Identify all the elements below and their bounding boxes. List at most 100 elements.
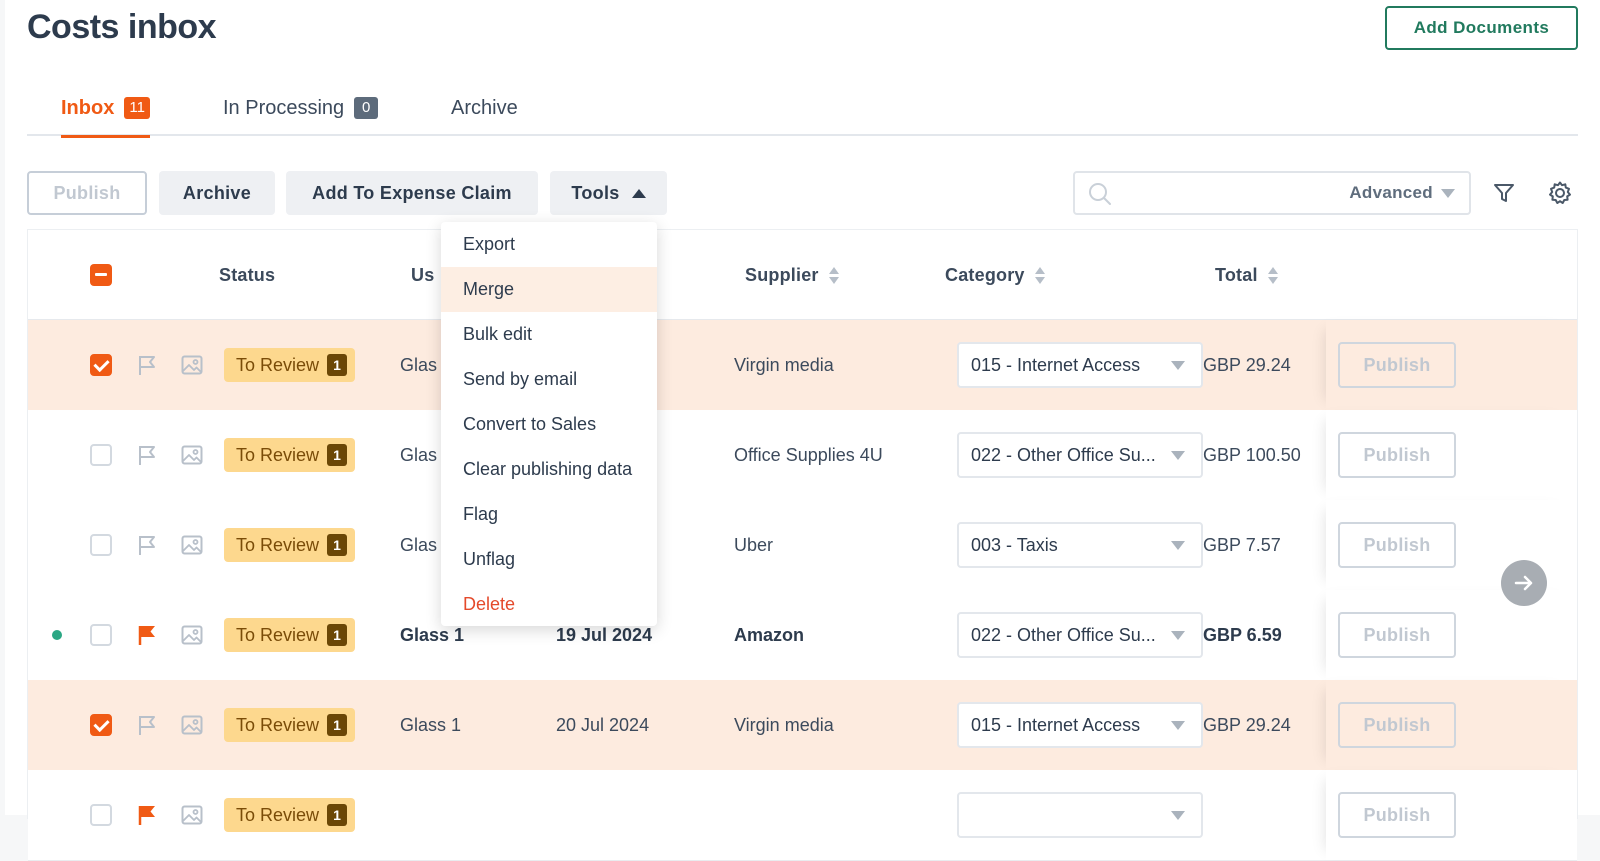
flag-icon[interactable]: [135, 803, 159, 827]
header-total[interactable]: Total: [1215, 230, 1278, 320]
menu-item-unflag[interactable]: Unflag: [441, 537, 657, 582]
table-row[interactable]: To Review 1 Glass 1 20 Jul 2024 Virgin media…: [28, 680, 1577, 771]
header-supplier[interactable]: Supplier: [745, 230, 839, 320]
filter-icon[interactable]: [1489, 178, 1519, 208]
caret-down-icon: [1171, 631, 1185, 640]
category-select[interactable]: [957, 792, 1203, 838]
row-publish-button[interactable]: Publish: [1338, 342, 1456, 388]
menu-item-bulk-edit[interactable]: Bulk edit: [441, 312, 657, 357]
caret-up-icon: [631, 188, 646, 198]
tab-inbox-count: 11: [124, 97, 150, 119]
total-cell: GBP 29.24: [1203, 715, 1291, 735]
menu-item-delete[interactable]: Delete: [441, 582, 657, 627]
table-row[interactable]: To Review 1 Publish: [28, 770, 1577, 861]
status-badge: To Review 1: [224, 708, 356, 742]
row-publish-button[interactable]: Publish: [1338, 792, 1456, 838]
table-row[interactable]: To Review 1 Glas Office Supplies 4U 022 - Ot…: [28, 410, 1577, 501]
row-actions: Publish: [1326, 410, 1577, 500]
header-category[interactable]: Category: [945, 230, 1045, 320]
category-value: 003 - Taxis: [971, 534, 1058, 555]
category-select[interactable]: 015 - Internet Access: [957, 342, 1203, 388]
status-label: To Review: [236, 804, 320, 825]
sort-icon: [828, 266, 839, 284]
table-row[interactable]: To Review 1 Glass 1 19 Jul 2024 Amazon 022 - …: [28, 590, 1577, 681]
advanced-search-dropdown[interactable]: Advanced: [1349, 173, 1455, 213]
search-input[interactable]: [1121, 179, 1341, 207]
row-actions: Publish: [1326, 680, 1577, 770]
tab-archive[interactable]: Archive: [451, 80, 518, 136]
row-checkbox[interactable]: [90, 804, 112, 826]
tab-in-processing-label: In Processing: [223, 96, 345, 119]
status-count: 1: [327, 534, 348, 556]
category-select[interactable]: 022 - Other Office Su...: [957, 612, 1203, 658]
category-value: 015 - Internet Access: [971, 354, 1141, 375]
menu-item-send-by-email[interactable]: Send by email: [441, 357, 657, 402]
status-label: To Review: [236, 444, 320, 465]
image-icon[interactable]: [180, 353, 204, 377]
status-label: To Review: [236, 624, 320, 645]
select-all-checkbox[interactable]: [90, 264, 112, 286]
menu-item-merge[interactable]: Merge: [441, 267, 657, 312]
row-checkbox[interactable]: [90, 714, 112, 736]
image-icon[interactable]: [180, 713, 204, 737]
row-checkbox[interactable]: [90, 444, 112, 466]
category-value: 015 - Internet Access: [971, 714, 1141, 735]
caret-down-icon: [1171, 811, 1185, 820]
row-publish-button[interactable]: Publish: [1338, 432, 1456, 478]
tools-button[interactable]: Tools: [550, 171, 667, 215]
row-checkbox[interactable]: [90, 354, 112, 376]
supplier-cell: Amazon: [734, 625, 805, 645]
gear-icon[interactable]: [1545, 178, 1575, 208]
tab-in-processing[interactable]: In Processing 0: [223, 80, 379, 136]
header-category-label: Category: [945, 264, 1025, 285]
tools-label: Tools: [571, 182, 620, 203]
menu-item-flag[interactable]: Flag: [441, 492, 657, 537]
image-icon[interactable]: [180, 443, 204, 467]
category-value: 022 - Other Office Su...: [971, 624, 1156, 645]
status-badge: To Review 1: [224, 438, 356, 472]
menu-item-convert-to-sales[interactable]: Convert to Sales: [441, 402, 657, 447]
date-cell: 20 Jul 2024: [556, 715, 650, 735]
image-icon[interactable]: [180, 803, 204, 827]
table-row[interactable]: To Review 1 Glas Virgin media 015 - Internet…: [28, 320, 1577, 411]
row-publish-button[interactable]: Publish: [1338, 612, 1456, 658]
archive-button[interactable]: Archive: [159, 171, 275, 215]
add-documents-button[interactable]: Add Documents: [1385, 6, 1578, 50]
table-row[interactable]: To Review 1 Glas Uber 003 - Taxis GBP 7.57 Pub…: [28, 500, 1577, 591]
flag-icon[interactable]: [135, 533, 159, 557]
arrow-right-icon[interactable]: [1501, 560, 1547, 606]
add-to-expense-claim-button[interactable]: Add To Expense Claim: [286, 171, 538, 215]
menu-item-export[interactable]: Export: [441, 222, 657, 267]
header-status: Status: [219, 264, 276, 285]
status-label: To Review: [236, 534, 320, 555]
category-value: 022 - Other Office Su...: [971, 444, 1156, 465]
flag-icon[interactable]: [135, 443, 159, 467]
header-user[interactable]: Us: [411, 230, 434, 320]
advanced-label: Advanced: [1349, 183, 1433, 202]
sort-icon: [1267, 266, 1278, 284]
row-publish-button[interactable]: Publish: [1338, 522, 1456, 568]
caret-down-icon: [1171, 451, 1185, 460]
publish-button[interactable]: Publish: [27, 171, 147, 215]
image-icon[interactable]: [180, 533, 204, 557]
category-select[interactable]: 003 - Taxis: [957, 522, 1203, 568]
category-select[interactable]: 015 - Internet Access: [957, 702, 1203, 748]
tools-menu: Export Merge Bulk edit Send by email Con…: [441, 222, 657, 626]
search-icon: [1089, 183, 1111, 205]
row-checkbox[interactable]: [90, 624, 112, 646]
header-total-label: Total: [1215, 264, 1258, 285]
row-checkbox[interactable]: [90, 534, 112, 556]
flag-icon[interactable]: [135, 353, 159, 377]
total-cell: GBP 6.59: [1203, 625, 1282, 645]
status-count: 1: [327, 444, 348, 466]
menu-item-clear-publishing-data[interactable]: Clear publishing data: [441, 447, 657, 492]
flag-icon[interactable]: [135, 623, 159, 647]
image-icon[interactable]: [180, 623, 204, 647]
tab-inbox[interactable]: Inbox 11: [61, 80, 150, 138]
row-publish-button[interactable]: Publish: [1338, 702, 1456, 748]
status-label: To Review: [236, 354, 320, 375]
category-select[interactable]: 022 - Other Office Su...: [957, 432, 1203, 478]
flag-icon[interactable]: [135, 713, 159, 737]
supplier-cell: Uber: [734, 535, 774, 555]
tab-in-processing-count: 0: [354, 97, 379, 119]
